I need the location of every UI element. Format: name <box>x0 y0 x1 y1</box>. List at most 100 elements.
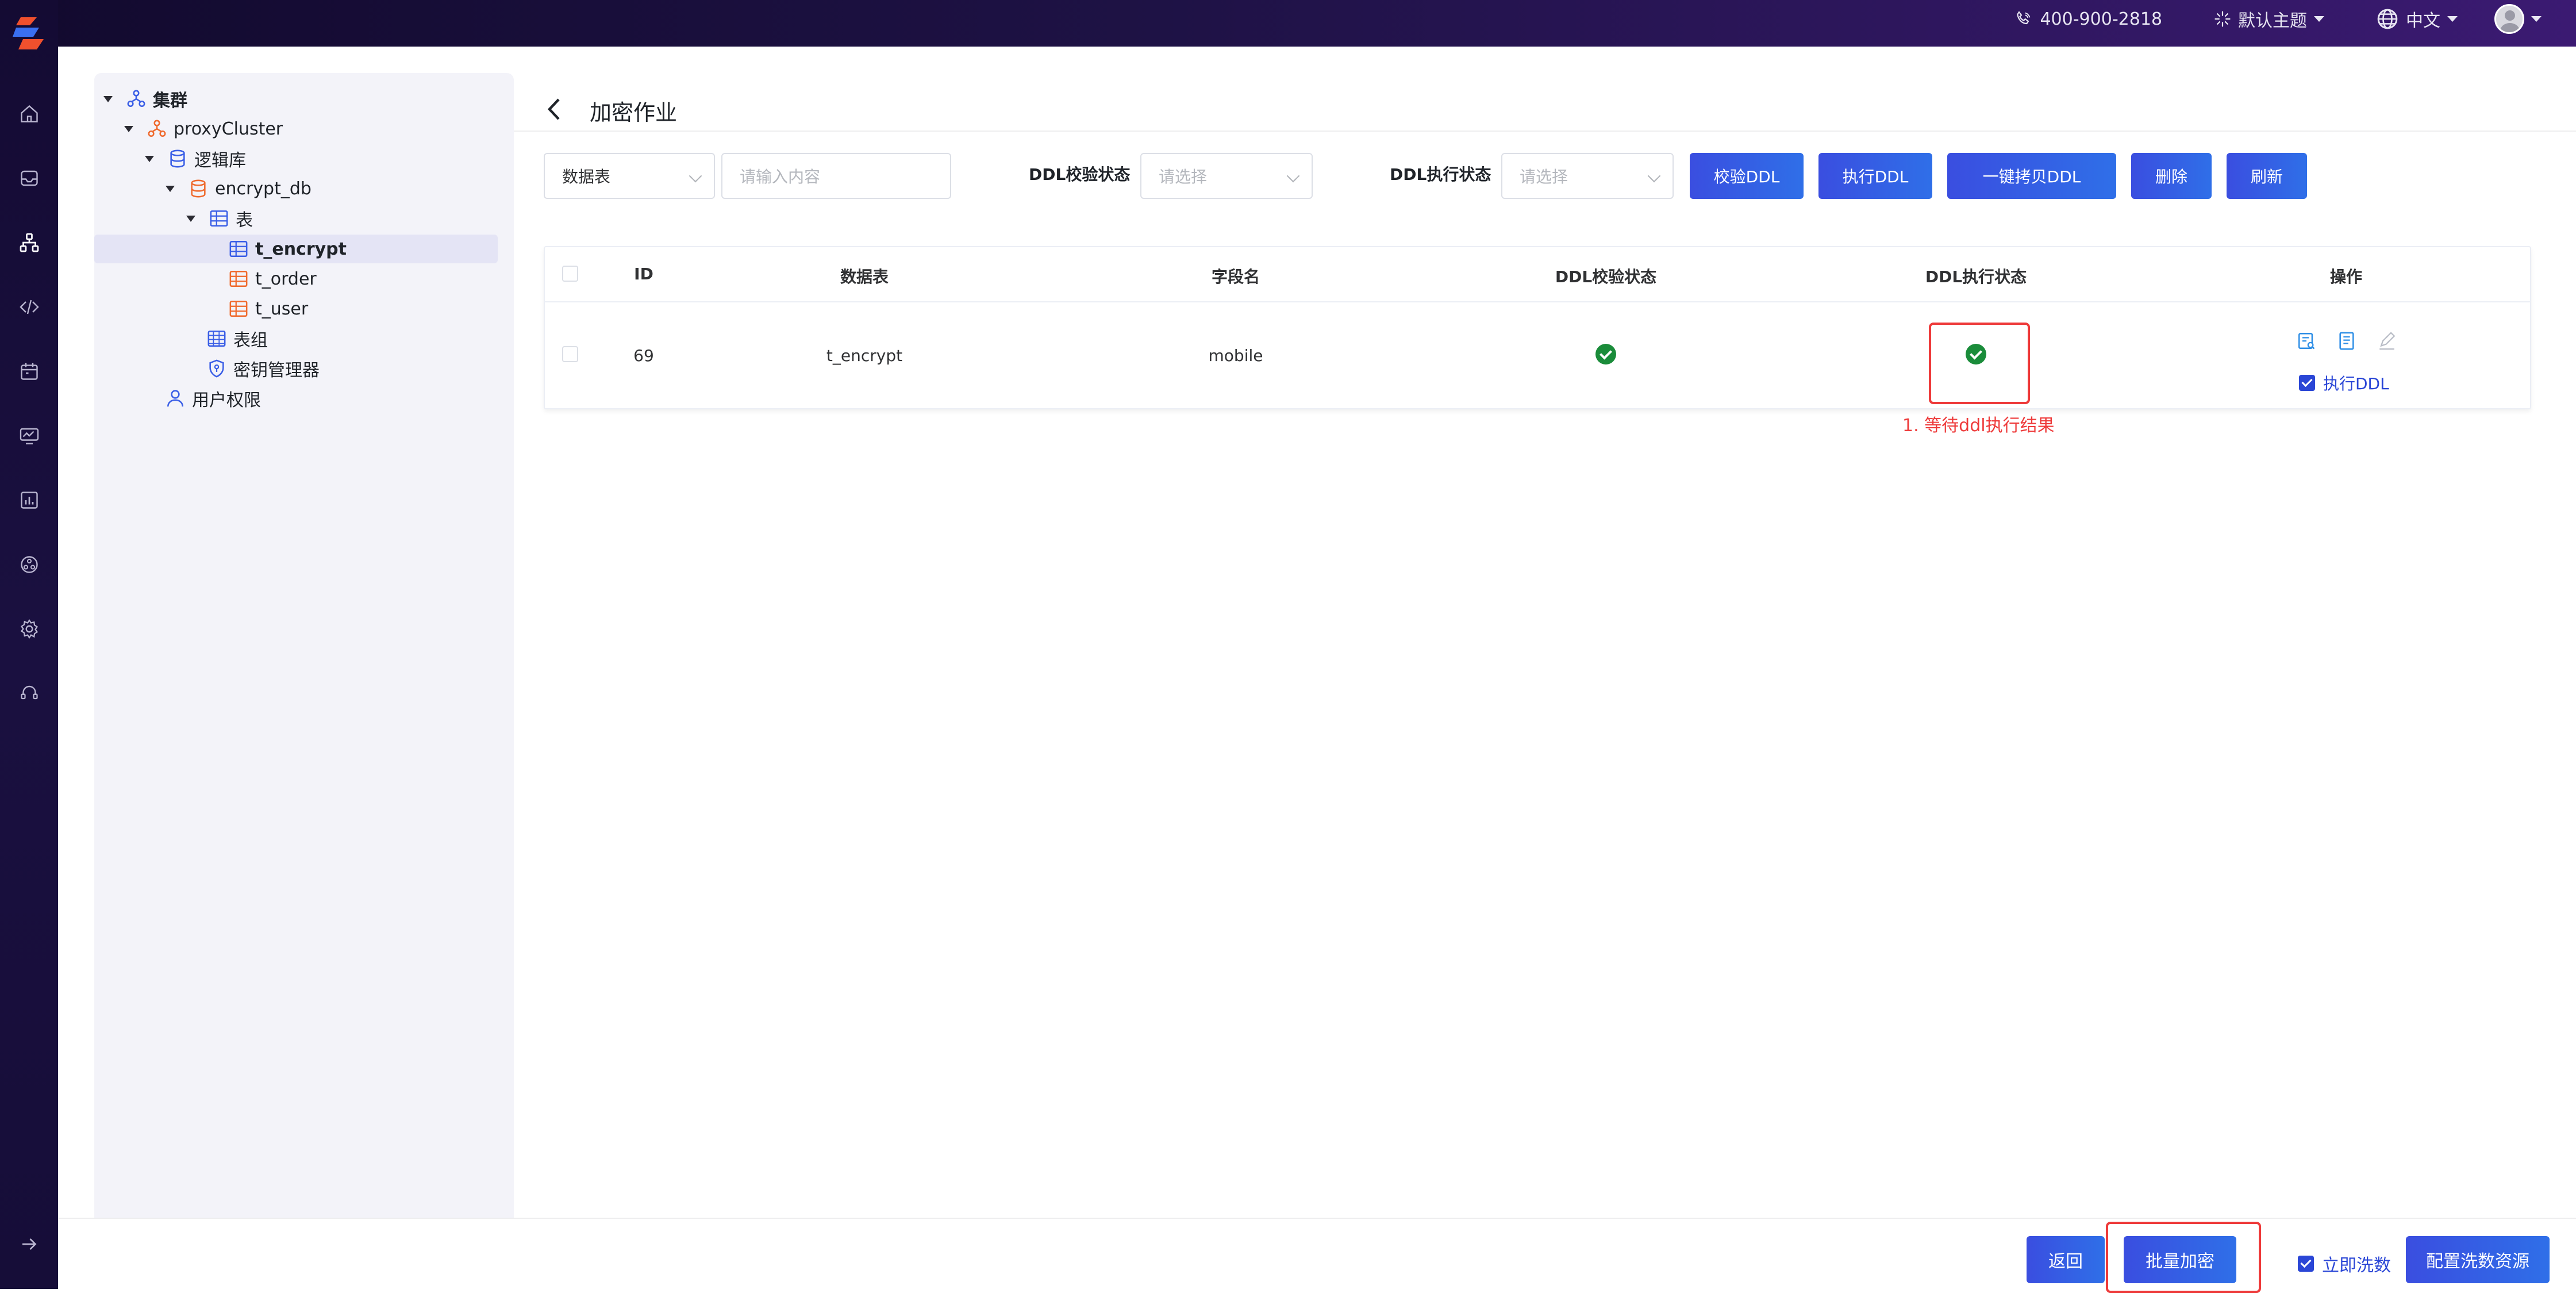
chevron-down-icon <box>1647 169 1661 183</box>
tree-label: 用户权限 <box>192 390 261 410</box>
column-header-field: 字段名 <box>1211 267 1260 286</box>
chart-icon[interactable] <box>19 490 40 511</box>
ddl-table: ID 数据表 字段名 DDL校验状态 DDL执行状态 操作 69 t_encry… <box>544 246 2531 409</box>
table-header: ID 数据表 字段名 DDL校验状态 DDL执行状态 操作 <box>545 247 2530 302</box>
table-icon <box>228 268 249 290</box>
calendar-icon[interactable] <box>19 361 40 382</box>
back-button[interactable]: 返回 <box>2027 1236 2105 1283</box>
check-ddl-button[interactable]: 校验DDL <box>1690 153 1804 199</box>
chevron-down-icon <box>2447 16 2458 22</box>
theme-dropdown[interactable]: 默认主题 <box>2214 6 2324 32</box>
document-icon[interactable] <box>2337 331 2356 351</box>
column-header-ddl-exec: DDL执行状态 <box>1925 267 2027 286</box>
user-menu[interactable] <box>2494 4 2542 34</box>
edit-icon[interactable] <box>2377 331 2397 351</box>
gear-icon[interactable] <box>19 619 40 639</box>
language-dropdown[interactable]: 中文 <box>2376 6 2458 32</box>
column-header-ddl-check: DDL校验状态 <box>1555 267 1657 286</box>
database-icon <box>167 148 189 170</box>
tree-node-cluster-root[interactable]: 集群 <box>103 85 187 113</box>
phone-contact[interactable]: 400-900-2818 <box>2014 9 2162 29</box>
caret-down-icon <box>145 155 154 162</box>
tree-label: 逻辑库 <box>194 151 246 171</box>
table-icon <box>228 298 249 320</box>
column-header-actions: 操作 <box>2329 267 2363 286</box>
tree-label: 表 <box>236 210 253 231</box>
tree-label: t_encrypt <box>255 239 347 259</box>
code-icon[interactable] <box>19 297 40 317</box>
wash-now-checkbox[interactable]: 立即洗数 <box>2298 1251 2391 1276</box>
checkbox-checked <box>2299 375 2315 391</box>
ddl-check-placeholder: 请选择 <box>1159 167 1208 186</box>
row-checkbox[interactable] <box>562 346 578 362</box>
tree-node-logic-db[interactable]: 逻辑库 <box>145 144 246 173</box>
footer-bar: 返回 批量加密 立即洗数 配置洗数资源 <box>58 1218 2576 1293</box>
chevron-down-icon <box>689 169 702 183</box>
copy-ddl-button[interactable]: 一键拷贝DDL <box>1947 153 2116 199</box>
config-wash-resource-button[interactable]: 配置洗数资源 <box>2406 1236 2550 1283</box>
tree-node-tables[interactable]: 表 <box>186 204 253 233</box>
chevron-down-icon <box>2314 16 2324 22</box>
tree-node-proxy-cluster[interactable]: proxyCluster <box>124 114 283 143</box>
tree-node-table-t-encrypt[interactable]: t_encrypt <box>228 235 347 263</box>
ddl-exec-status-select[interactable]: 请选择 <box>1501 153 1674 199</box>
expand-icon[interactable] <box>19 1234 40 1254</box>
tree-node-key-manager[interactable]: 密钥管理器 <box>206 354 320 383</box>
monitor-icon[interactable] <box>19 425 40 446</box>
tree-label: proxyCluster <box>174 118 283 139</box>
search-input[interactable]: 请输入内容 <box>721 153 951 199</box>
cluster-icon[interactable] <box>19 232 40 253</box>
exec-status-highlight <box>1929 323 2030 404</box>
tree-label: 表组 <box>233 331 268 351</box>
back-arrow-icon[interactable] <box>546 97 561 121</box>
cluster-tree: 集群 proxyCluster 逻辑库 encrypt_db 表 t_encry <box>94 73 514 1289</box>
cluster-icon <box>125 88 147 110</box>
cluster-icon <box>146 118 168 140</box>
select-all-checkbox[interactable] <box>562 266 578 282</box>
app-logo <box>13 17 44 49</box>
cell-table: t_encrypt <box>826 346 903 365</box>
tree-node-table-t-user[interactable]: t_user <box>228 294 308 323</box>
exec-ddl-checkbox[interactable]: 执行DDL <box>2299 371 2389 394</box>
delete-button[interactable]: 删除 <box>2131 153 2212 199</box>
exec-ddl-button[interactable]: 执行DDL <box>1818 153 1932 199</box>
tree-label: encrypt_db <box>215 178 312 199</box>
exec-ddl-checkbox-label: 执行DDL <box>2323 374 2389 393</box>
avatar <box>2494 4 2524 34</box>
ddl-exec-status-label: DDL执行状态 <box>1390 165 1491 184</box>
view-ddl-icon[interactable] <box>2297 331 2316 351</box>
caret-down-icon <box>186 215 195 222</box>
tree-label: 密钥管理器 <box>233 360 320 381</box>
phone-icon <box>2014 10 2033 28</box>
home-icon[interactable] <box>19 103 40 124</box>
tree-node-encrypt-db[interactable]: encrypt_db <box>166 174 312 203</box>
caret-down-icon <box>103 95 113 102</box>
search-placeholder: 请输入内容 <box>740 167 821 186</box>
field-select-value: 数据表 <box>562 167 611 186</box>
network-icon[interactable] <box>19 554 40 575</box>
refresh-button[interactable]: 刷新 <box>2227 153 2307 199</box>
tree-node-user-permission[interactable]: 用户权限 <box>164 384 261 413</box>
inbox-icon[interactable] <box>19 168 40 189</box>
caret-down-icon <box>124 125 133 132</box>
batch-encrypt-highlight <box>2106 1222 2261 1293</box>
ddl-exec-placeholder: 请选择 <box>1520 167 1568 186</box>
database-icon <box>187 178 209 199</box>
tree-label: t_user <box>255 298 309 319</box>
table-icon <box>228 238 249 260</box>
caret-down-icon <box>166 185 175 192</box>
headset-icon[interactable] <box>19 683 40 704</box>
shield-key-icon <box>206 358 228 379</box>
tree-label: t_order <box>255 268 317 289</box>
language-label: 中文 <box>2406 11 2440 31</box>
field-select[interactable]: 数据表 <box>544 153 715 199</box>
row-actions <box>2297 331 2397 351</box>
checkbox-checked <box>2298 1256 2314 1272</box>
ddl-check-status-select[interactable]: 请选择 <box>1140 153 1313 199</box>
annotation-text: 1. 等待ddl执行结果 <box>1902 416 2055 436</box>
tree-node-table-t-order[interactable]: t_order <box>228 264 317 293</box>
theme-icon <box>2214 10 2231 28</box>
page-title: 加密作业 <box>590 100 678 125</box>
tree-label: 集群 <box>153 91 187 111</box>
tree-node-table-group[interactable]: 表组 <box>206 324 268 353</box>
